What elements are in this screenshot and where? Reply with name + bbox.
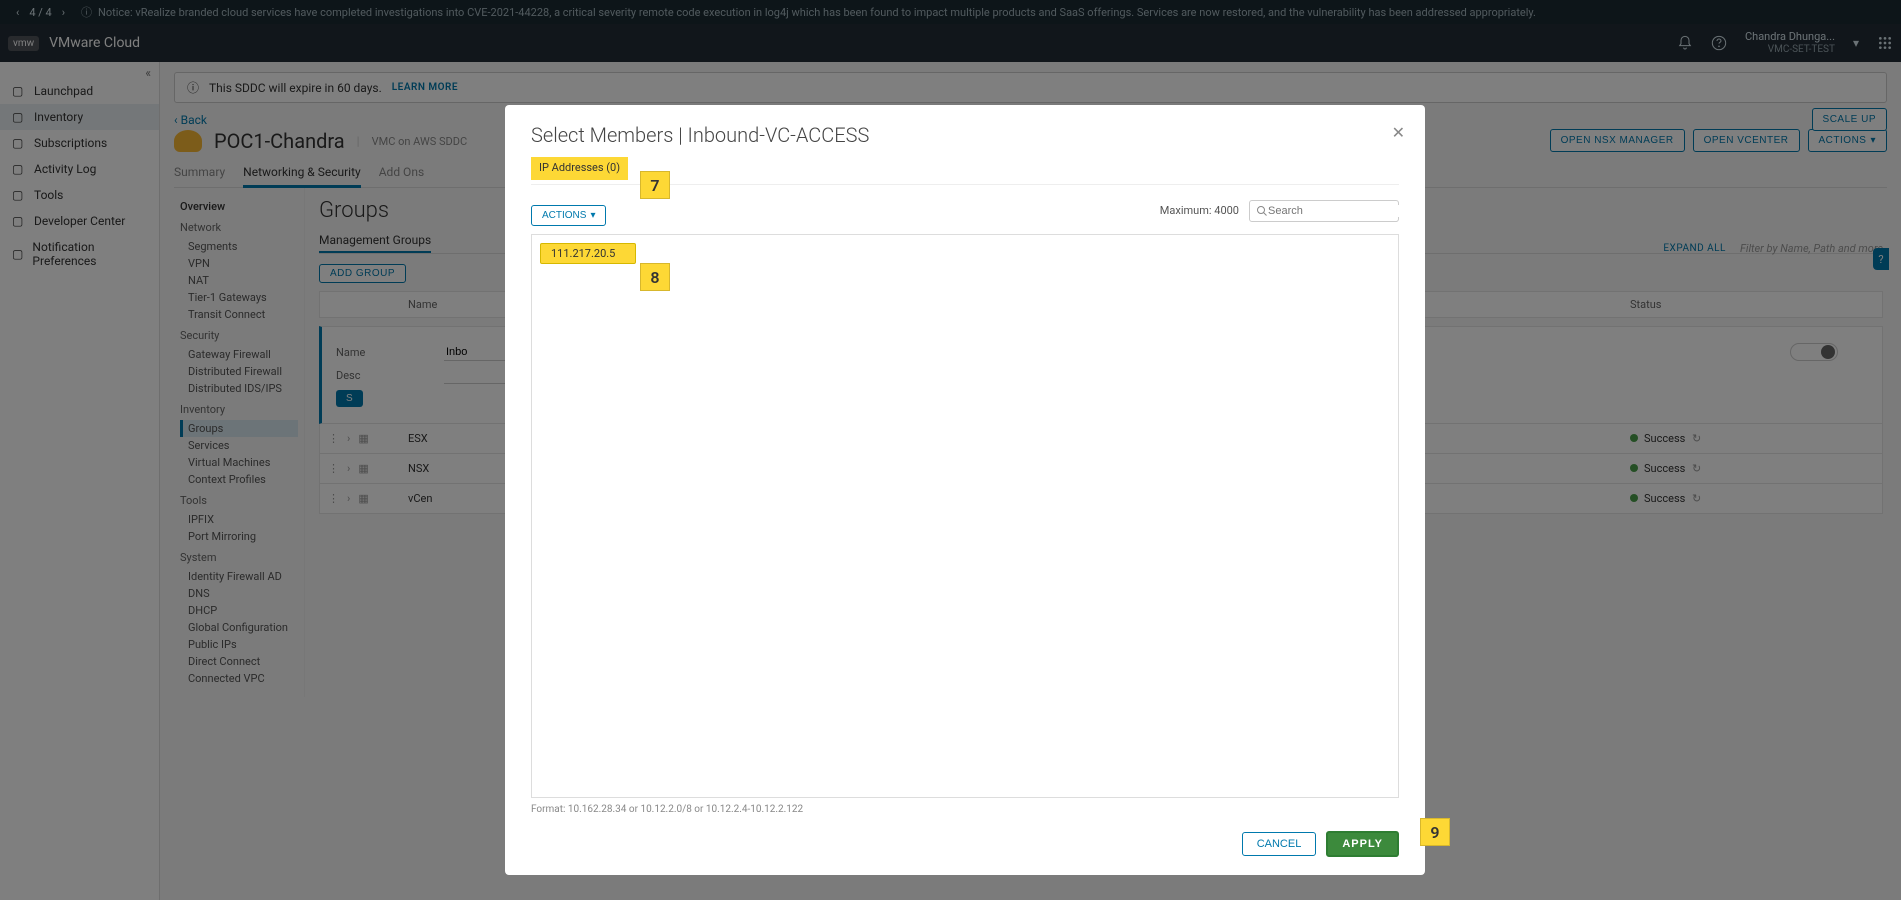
ip-chip[interactable]: 111.217.20.5 (540, 243, 636, 264)
modal-actions-dropdown[interactable]: ACTIONS ▾ (531, 205, 606, 226)
chevron-down-icon: ▾ (590, 210, 595, 221)
format-hint: Format: 10.162.28.34 or 10.12.2.0/8 or 1… (531, 804, 1399, 815)
select-members-modal: Select Members | Inbound-VC-ACCESS ✕ IP … (505, 105, 1425, 875)
ip-addresses-tab[interactable]: IP Addresses (0) (531, 157, 628, 180)
modal-title: Select Members | Inbound-VC-ACCESS (531, 123, 1399, 147)
callout-8: 8 (640, 263, 670, 291)
close-icon[interactable]: ✕ (1392, 123, 1405, 142)
apply-button[interactable]: APPLY (1326, 831, 1399, 857)
callout-7: 7 (640, 171, 670, 199)
cancel-button[interactable]: CANCEL (1242, 832, 1317, 856)
maximum-label: Maximum: 4000 (1160, 204, 1239, 217)
search-icon (1256, 205, 1268, 217)
members-area[interactable]: 111.217.20.5 (531, 234, 1399, 798)
search-box[interactable] (1249, 200, 1399, 222)
callout-9: 9 (1420, 818, 1450, 846)
search-input[interactable] (1268, 205, 1410, 217)
